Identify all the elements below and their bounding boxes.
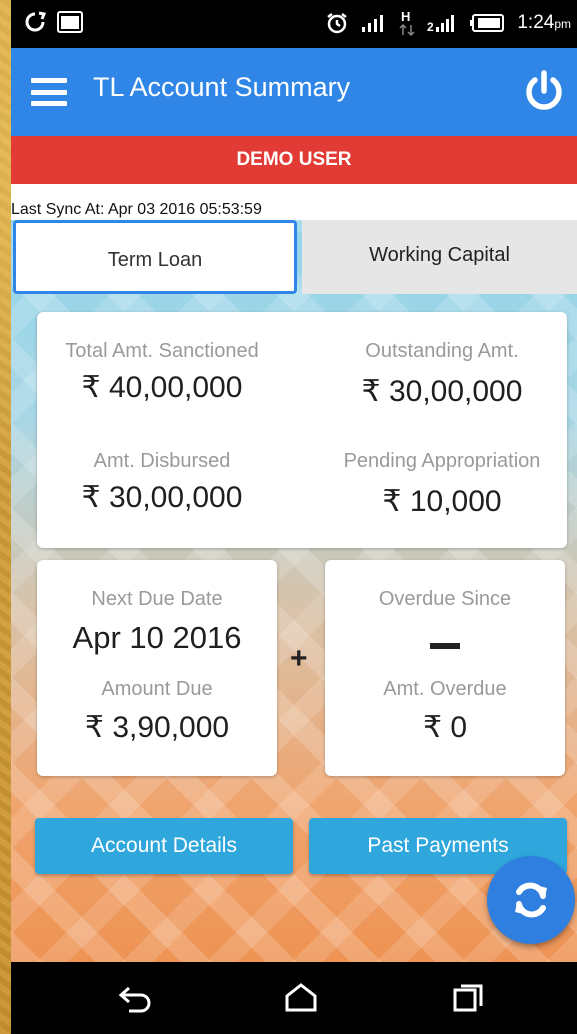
amount-due-label: Amount Due	[101, 678, 213, 700]
page-title: TL Account Summary	[93, 72, 351, 102]
signal-2-icon: 2	[427, 15, 455, 33]
phone-screen: H 2 1:24pm TL Account Summary DEMO USER …	[11, 0, 577, 1034]
refresh-button[interactable]	[487, 856, 575, 944]
sync-strip: Last Sync At: Apr 03 2016 05:53:59	[11, 184, 577, 220]
svg-text:2: 2	[427, 20, 434, 33]
overdue-since-dash	[430, 643, 460, 649]
next-due-label: Next Due Date	[91, 588, 223, 610]
overdue-since-label: Overdue Since	[378, 588, 512, 610]
alarm-icon	[327, 13, 348, 34]
nav-bar	[11, 962, 577, 1034]
power-icon[interactable]	[521, 68, 567, 114]
total-sanctioned-value: ₹ 40,00,000	[81, 371, 243, 404]
battery-icon	[470, 14, 505, 32]
next-due-card: Next Due Date Apr 10 2016 Amount Due ₹ 3…	[37, 560, 277, 776]
user-banner: DEMO USER	[11, 136, 577, 184]
data-h-icon: H	[399, 9, 415, 37]
outstanding-value: ₹ 30,00,000	[361, 375, 523, 408]
outstanding-label: Outstanding Amt.	[365, 340, 519, 362]
total-sanctioned-label: Total Amt. Sanctioned	[65, 340, 259, 362]
disbursed-value: ₹ 30,00,000	[81, 481, 243, 514]
back-icon[interactable]	[115, 982, 155, 1014]
status-bar: H 2 1:24pm	[11, 0, 577, 48]
tab-term-loan[interactable]: Term Loan	[13, 220, 297, 294]
tab-bar: Term Loan Working Capital	[11, 220, 577, 294]
signal-icon	[362, 15, 384, 32]
svg-text:H: H	[401, 9, 410, 24]
status-right: H 2 1:24pm	[325, 9, 571, 37]
refresh-icon	[515, 882, 547, 918]
menu-icon[interactable]	[31, 78, 67, 106]
app-bar: TL Account Summary	[11, 48, 577, 136]
plus-sign: +	[290, 642, 308, 675]
pending-label: Pending Appropriation	[343, 450, 541, 472]
last-sync-text: Last Sync At: Apr 03 2016 05:53:59	[11, 201, 262, 218]
status-time: 1:24pm	[517, 12, 571, 33]
account-details-button[interactable]: Account Details	[35, 818, 293, 874]
disbursed-label: Amt. Disbursed	[93, 450, 231, 472]
image-icon	[57, 11, 83, 33]
pending-value: ₹ 10,000	[382, 485, 502, 518]
tab-working-capital[interactable]: Working Capital	[302, 220, 577, 294]
amt-overdue-value: ₹ 0	[422, 711, 468, 744]
main-content: Last Sync At: Apr 03 2016 05:53:59 Term …	[11, 184, 577, 962]
overdue-card: Overdue Since Amt. Overdue ₹ 0	[325, 560, 565, 776]
amount-due-value: ₹ 3,90,000	[84, 711, 230, 744]
summary-card: Total Amt. Sanctioned ₹ 40,00,000 Outsta…	[37, 312, 567, 548]
next-due-value: Apr 10 2016	[72, 620, 242, 655]
home-icon[interactable]	[281, 982, 321, 1014]
amt-overdue-label: Amt. Overdue	[383, 678, 507, 700]
recents-icon[interactable]	[447, 982, 487, 1014]
status-left	[23, 10, 83, 34]
sync-icon	[25, 11, 47, 32]
